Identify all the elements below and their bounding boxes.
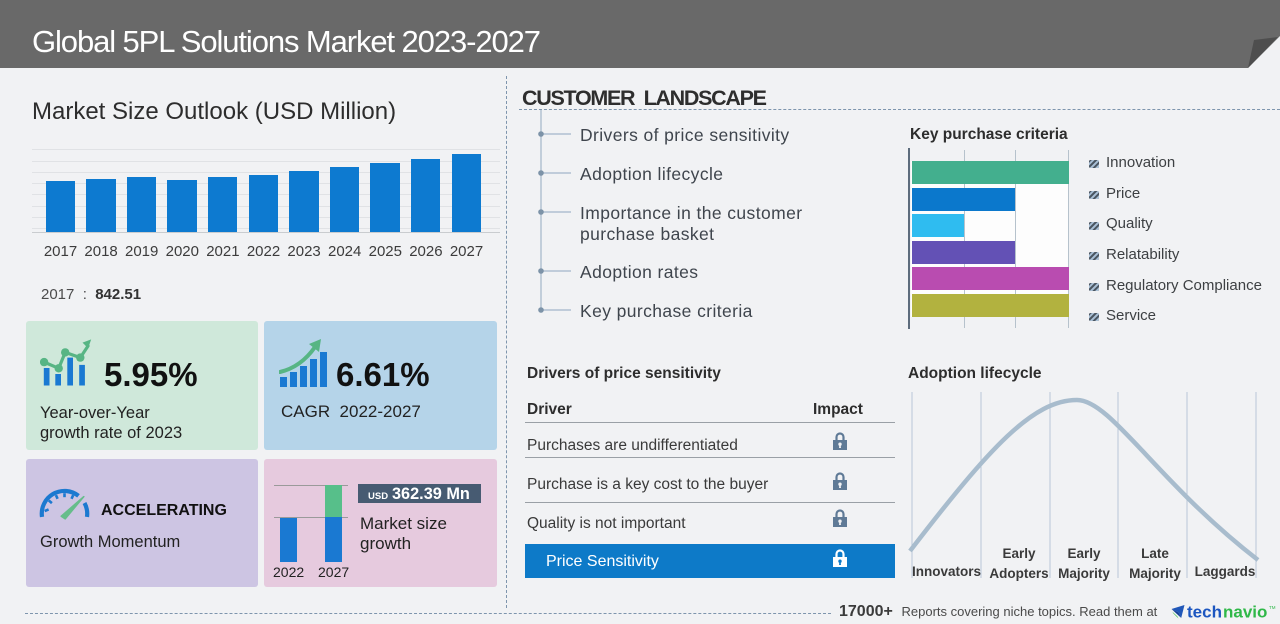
svg-text:tech: tech	[1187, 603, 1222, 622]
svg-text:TM: TM	[1269, 605, 1276, 610]
svg-text:navio: navio	[1223, 603, 1267, 622]
